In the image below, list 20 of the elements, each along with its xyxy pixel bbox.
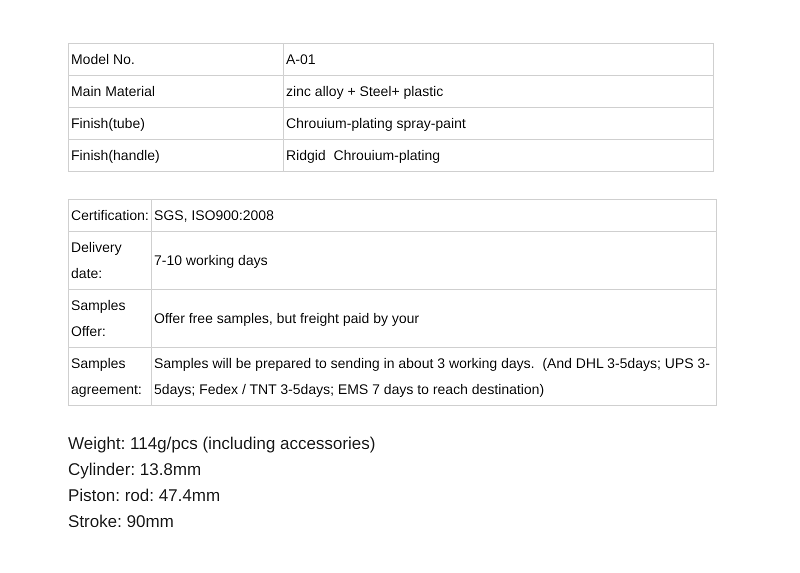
row-value: SGS, ISO900:2008: [152, 200, 716, 232]
row-label: Delivery date:: [68, 232, 152, 290]
row-value: Samples will be prepared to sending in about 3 working days. (And DHL 3-5days; UPS 3-5days; Fedex / TNT 3-5days; EMS 7 days to reach destination): [152, 348, 716, 406]
row-value: A-01: [284, 44, 714, 76]
row-value: zinc alloy + Steel+ plastic: [284, 76, 714, 108]
row-value: 7-10 working days: [152, 232, 716, 290]
row-label: Model No.: [68, 44, 284, 76]
row-value: Offer free samples, but freight paid by your: [152, 290, 716, 348]
row-label: Finish(tube): [68, 108, 284, 140]
row-label: Finish(handle): [68, 140, 284, 172]
spec-line: Weight: 114g/pcs (including accessories): [68, 433, 376, 455]
spec-line: Piston: rod: 47.4mm: [68, 485, 222, 507]
row-value: Chrouium-plating spray-paint: [284, 108, 714, 140]
row-label: Samples Offer:: [68, 290, 152, 348]
row-label: Certification:: [68, 200, 152, 232]
spec-line: Cylinder: 13.8mm: [68, 459, 202, 481]
row-label: Main Material: [68, 76, 284, 108]
row-label: Samples agreement:: [68, 348, 152, 406]
spec-line: Stroke: 90mm: [68, 511, 175, 533]
row-value: Ridgid Chrouium-plating: [284, 140, 714, 172]
